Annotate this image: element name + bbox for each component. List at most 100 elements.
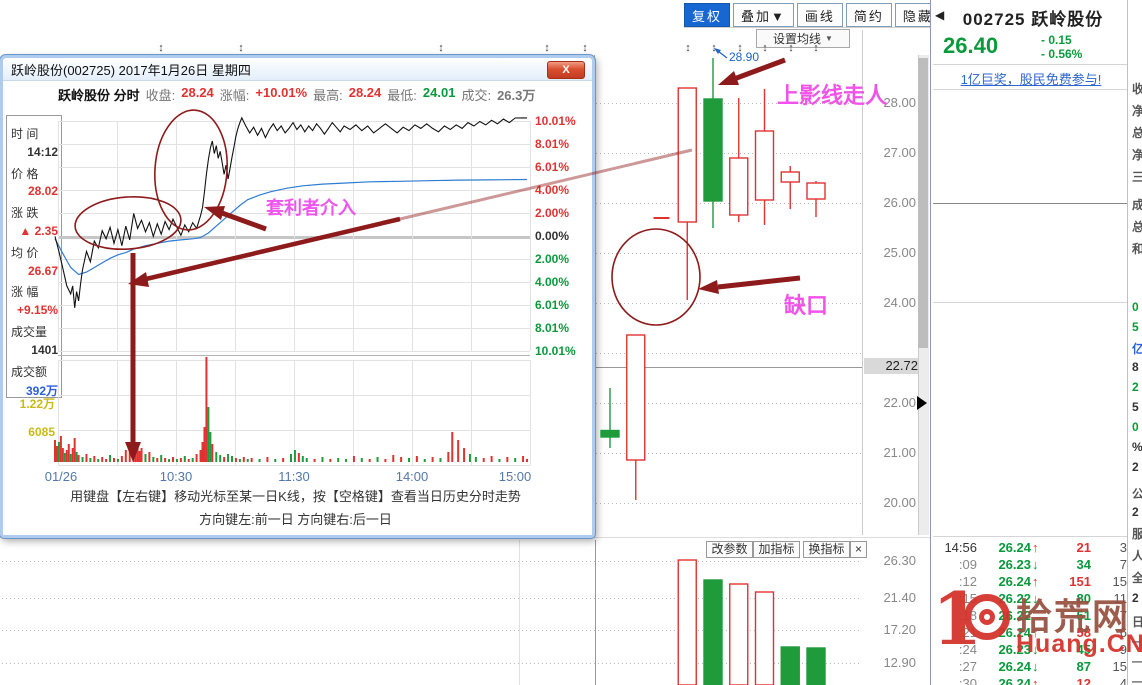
- price-axis-label: 21.00: [883, 445, 916, 460]
- tick-count: 7: [1119, 557, 1127, 572]
- toolbar-button-1[interactable]: 叠加▼: [733, 3, 794, 27]
- info-value: 1401: [31, 342, 58, 357]
- marker-arrow-icon: ↕: [788, 42, 794, 54]
- sub-volume-bar: [677, 559, 697, 685]
- marker-arrow-icon: ↕: [438, 42, 444, 54]
- popup-grid-vline: [412, 360, 413, 465]
- close-icon[interactable]: X: [547, 61, 585, 79]
- watermark-site: Huang.CN: [1016, 630, 1142, 658]
- scrollbar-thumb[interactable]: [918, 58, 928, 348]
- crosshair-hline: [594, 367, 862, 368]
- candle-body: [754, 130, 775, 201]
- popup-grid-vline: [530, 360, 531, 465]
- candle-body: [600, 429, 620, 438]
- info-value: 28.02: [27, 184, 58, 199]
- marker-arrow-icon: ↕: [582, 42, 588, 54]
- sub-vline-2: [595, 540, 596, 685]
- ad-link[interactable]: 1亿巨奖，股民免费参与!: [933, 69, 1129, 88]
- popup-grid-vline: [353, 121, 354, 351]
- percent-label: 4.00%: [535, 275, 570, 289]
- sub-grid-line: [2, 598, 862, 599]
- toolbar-button-3[interactable]: 简约: [845, 3, 892, 27]
- popup-stat-span: +10.01%: [255, 85, 308, 100]
- panel-divider-4: [933, 536, 1129, 537]
- sub-volume-bar: [806, 647, 826, 685]
- sub-button-2[interactable]: 换指标: [803, 541, 850, 558]
- toolbar-button-0[interactable]: 复权: [684, 3, 731, 27]
- annotation-upper-shadow: 上影线走人: [777, 83, 888, 108]
- scroll-marker-icon: [917, 396, 927, 410]
- tick-direction-icon: ↓: [1032, 557, 1039, 572]
- gap-circle: [611, 228, 701, 326]
- popup-stat-span: 28.24: [348, 85, 382, 100]
- info-value: ▲ 2.35: [19, 224, 58, 238]
- percent-label: 10.01%: [535, 344, 576, 358]
- watermark: 1 拾荒网 Huang.CN: [924, 576, 1142, 682]
- sub-vline-1: [519, 540, 520, 685]
- toolbar-button-2[interactable]: 画线: [796, 3, 843, 27]
- info-label: 均 价: [11, 245, 39, 260]
- popup-titlebar[interactable]: 跃岭股份(002725) 2017年1月26日 星期四: [3, 58, 592, 81]
- edge-glyph: 亿: [1132, 340, 1142, 357]
- popup-stats-line: 跃岭股份 分时 收盘: 28.24 涨幅: +10.01% 最高: 28.24 最低: 2…: [58, 85, 538, 103]
- price-axis-label: 25.00: [883, 245, 916, 260]
- cursor-price-label: 22.72: [864, 358, 920, 374]
- popup-stat-span: 24.01: [422, 85, 456, 100]
- edge-glyph: %: [1132, 440, 1142, 454]
- price-axis-label: 20.00: [883, 495, 916, 510]
- tick-price: 26.23: [998, 557, 1031, 572]
- tick-direction-icon: ↑: [1032, 540, 1039, 555]
- candle-body: [729, 157, 749, 216]
- percent-label: 10.01%: [535, 114, 576, 128]
- tick-time: :09: [958, 557, 977, 572]
- annotation-high-price: 28.90: [729, 50, 760, 64]
- edge-glyph: 三: [1132, 168, 1142, 185]
- grid-line: [560, 353, 862, 354]
- sub-button-1[interactable]: 加指标: [753, 541, 800, 558]
- popup-grid-vline: [58, 121, 59, 351]
- time-axis-label: 11:30: [278, 469, 310, 484]
- popup-grid-vline: [176, 121, 177, 351]
- edge-glyph: 总: [1132, 218, 1142, 235]
- info-label: 成交额: [11, 364, 48, 379]
- popup-grid-vline: [235, 360, 236, 465]
- price-axis-label: 26.00: [883, 195, 916, 210]
- stock-code: 002725: [962, 10, 1026, 29]
- candle-body: [780, 171, 800, 183]
- popup-grid-hline: [58, 465, 530, 466]
- sub-axis-label: 12.90: [883, 655, 916, 670]
- gap-arrow-shaft: [717, 275, 801, 290]
- grid-line: [560, 453, 862, 454]
- prev-stock-icon[interactable]: ◀: [935, 8, 944, 22]
- popup-stat-span: 跃岭股份 分时: [58, 88, 140, 103]
- edge-glyph: 公: [1132, 485, 1142, 502]
- popup-stat-span: 最低:: [387, 88, 417, 103]
- time-axis-label: 14:00: [395, 469, 429, 484]
- annotation-gap: 缺口: [784, 293, 829, 318]
- tick-count: 3: [1119, 540, 1127, 555]
- info-label: 涨 幅: [11, 285, 39, 300]
- price-change: - 0.15 - 0.56%: [1041, 33, 1082, 61]
- popup-stat-span: 28.24: [181, 85, 214, 100]
- sub-button-3[interactable]: ×: [850, 541, 867, 558]
- percent-label: 0.00%: [535, 229, 570, 243]
- time-axis-label: 15:00: [498, 469, 532, 484]
- marker-arrow-icon: ↕: [544, 42, 550, 54]
- popup-instruction-1: 用键盘【左右键】移动光标至某一日K线，按【空格键】查看当日历史分时走势: [70, 489, 521, 504]
- percent-label: 6.01%: [535, 298, 570, 312]
- sub-button-0[interactable]: 改参数: [706, 541, 753, 558]
- edge-glyph: 0: [1132, 300, 1139, 314]
- price-axis-label: 22.00: [883, 395, 916, 410]
- sub-axis-label: 26.30: [883, 553, 916, 568]
- edge-glyph: 8: [1132, 360, 1139, 374]
- popup-grid-vline: [471, 121, 472, 351]
- popup-stat-span: 成交:: [461, 88, 492, 103]
- info-value: 26.67: [27, 263, 58, 278]
- panel-divider-3: [933, 302, 1129, 303]
- info-label: 成交量: [11, 325, 48, 339]
- marker-arrow-icon: ↕: [711, 42, 717, 54]
- popup-grid-vline: [530, 121, 531, 351]
- stock-name: 跃岭股份: [1031, 10, 1104, 29]
- time-axis-label: 01/26: [44, 469, 78, 484]
- percent-label: 8.01%: [535, 137, 570, 151]
